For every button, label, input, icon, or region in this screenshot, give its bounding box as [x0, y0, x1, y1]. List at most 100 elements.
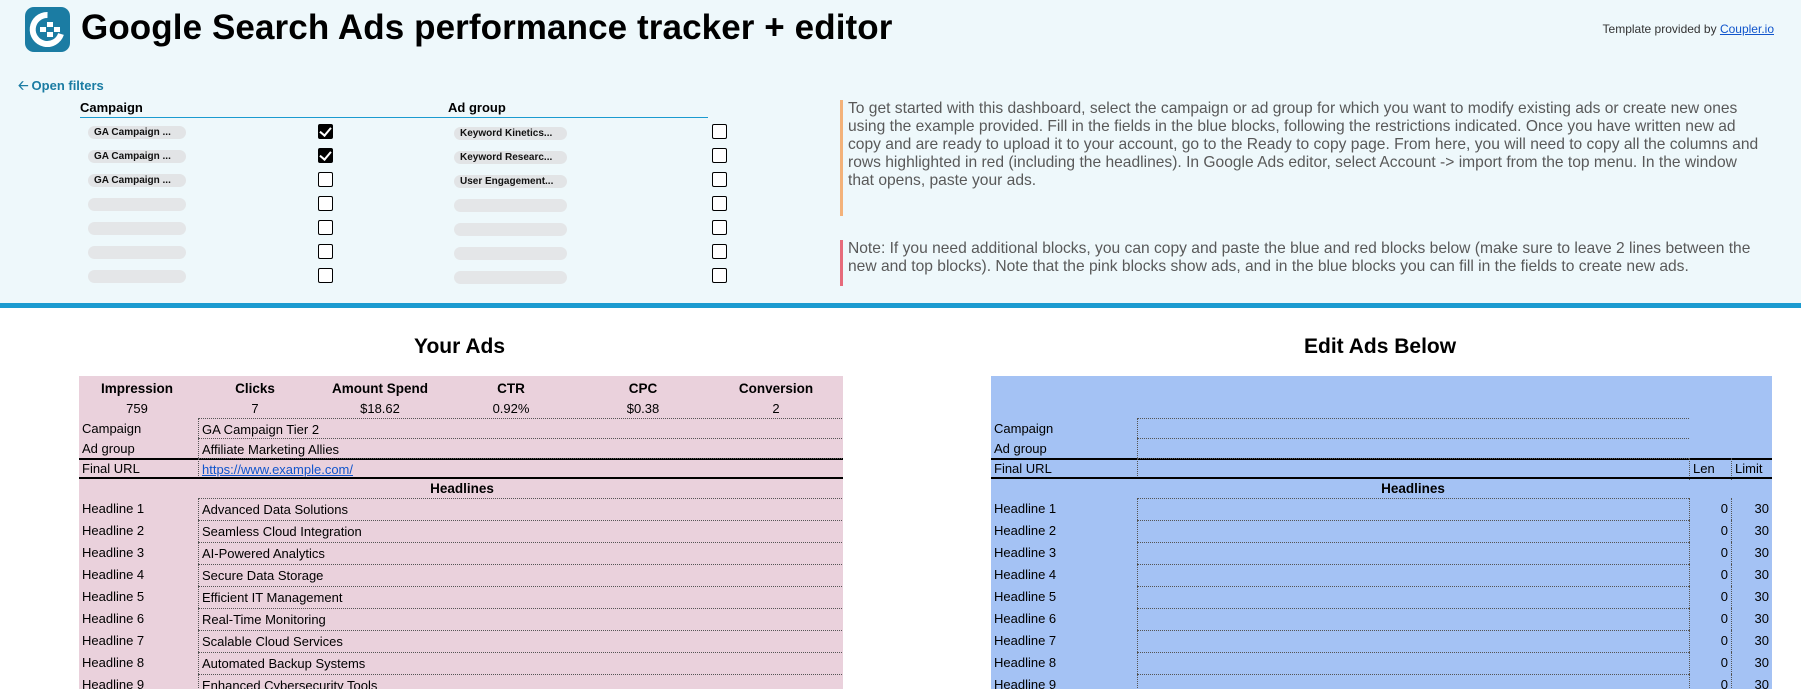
edit-adgroup-field[interactable]: [1137, 438, 1689, 458]
adgroup-filter-chip[interactable]: [454, 271, 567, 284]
edit-campaign-field[interactable]: [1137, 418, 1689, 438]
headline-label: Headline 6: [82, 611, 145, 626]
campaign-filter-chip[interactable]: [88, 270, 186, 283]
headlines-title: Headlines: [430, 481, 494, 496]
metric-header: CTR: [497, 381, 525, 396]
metric-header: CPC: [628, 381, 658, 396]
edit-headline-field[interactable]: [1137, 564, 1689, 586]
headline-length: 0: [1689, 542, 1731, 564]
metric-value: 0.92%: [492, 401, 530, 416]
adgroup-filter-chip[interactable]: [454, 247, 567, 260]
metric-value: 2: [772, 401, 780, 416]
adgroup-filter-checkbox[interactable]: [712, 172, 727, 187]
adgroup-value[interactable]: Affiliate Marketing Allies: [198, 438, 842, 458]
headline-label: Headline 1: [82, 501, 145, 516]
headline-length: 0: [1689, 674, 1731, 689]
headline-value[interactable]: Secure Data Storage: [198, 564, 842, 586]
adgroup-filter-chip[interactable]: User Engagement...: [454, 175, 567, 188]
campaign-filter-checkbox[interactable]: [318, 244, 333, 259]
edit-ads-block: Campaign Ad group Final URL Len Limit He…: [991, 376, 1772, 689]
edit-headline-label: Headline 6: [994, 611, 1057, 626]
headline-label: Headline 9: [82, 677, 145, 689]
final-url-label: Final URL: [82, 461, 140, 476]
campaign-header-underline: [80, 117, 198, 118]
metric-header: Amount Spend: [332, 381, 428, 396]
edit-headline-label: Headline 3: [994, 545, 1057, 560]
campaign-filter-chip[interactable]: GA Campaign ...: [88, 150, 186, 163]
adgroup-filter-checkbox[interactable]: [712, 196, 727, 211]
edit-headline-field[interactable]: [1137, 586, 1689, 608]
adgroup-header-underline: [448, 117, 578, 118]
edit-headlines-title: Headlines: [1381, 481, 1445, 496]
metric-value: 7: [251, 401, 259, 416]
campaign-filter-checkbox[interactable]: [318, 220, 333, 235]
headline-label: Headline 7: [82, 633, 145, 648]
edit-headline-field[interactable]: [1137, 498, 1689, 520]
headline-value[interactable]: Seamless Cloud Integration: [198, 520, 842, 542]
edit-headline-field[interactable]: [1137, 674, 1689, 689]
edit-final-url-label: Final URL: [994, 461, 1052, 476]
headline-length: 0: [1689, 608, 1731, 630]
your-ads-block: Impression 759 Clicks 7 Amount Spend $18.62 CT…: [79, 376, 843, 689]
campaign-filter-chip[interactable]: [88, 198, 186, 211]
edit-headline-field[interactable]: [1137, 608, 1689, 630]
adgroup-filter-checkbox[interactable]: [712, 148, 727, 163]
adgroup-filter-checkbox[interactable]: [712, 220, 727, 235]
edit-campaign-label: Campaign: [994, 421, 1054, 436]
headline-value[interactable]: Scalable Cloud Services: [198, 630, 842, 652]
headline-limit: 30: [1731, 652, 1772, 674]
divider: [991, 477, 1772, 479]
headline-value[interactable]: Advanced Data Solutions: [198, 498, 842, 520]
final-url-link[interactable]: https://www.example.com/: [198, 458, 842, 478]
campaign-filter-chip[interactable]: [88, 222, 186, 235]
edit-headline-label: Headline 2: [994, 523, 1057, 538]
campaign-value[interactable]: GA Campaign Tier 2: [198, 418, 842, 438]
headline-value[interactable]: Real-Time Monitoring: [198, 608, 842, 630]
edit-headline-field[interactable]: [1137, 520, 1689, 542]
headline-limit: 30: [1731, 586, 1772, 608]
edit-headline-label: Headline 5: [994, 589, 1057, 604]
adgroup-filter-checkbox[interactable]: [712, 124, 727, 139]
template-credit-text: Template provided by: [1602, 22, 1717, 36]
page-title: Google Search Ads performance tracker + …: [81, 8, 893, 47]
headline-length: 0: [1689, 564, 1731, 586]
headline-limit: 30: [1731, 564, 1772, 586]
edit-headline-label: Headline 1: [994, 501, 1057, 516]
adgroup-filter-chip[interactable]: Keyword Researc...: [454, 151, 567, 164]
headline-value[interactable]: Enhanced Cybersecurity Tools: [198, 674, 842, 689]
edit-headline-field[interactable]: [1137, 630, 1689, 652]
campaign-filter-checkbox[interactable]: [318, 172, 333, 187]
edit-headline-label: Headline 4: [994, 567, 1057, 582]
adgroup-filter-checkbox[interactable]: [712, 268, 727, 283]
metric-value: 759: [126, 401, 148, 416]
headline-value[interactable]: AI-Powered Analytics: [198, 542, 842, 564]
campaign-filter-checkbox[interactable]: [318, 124, 333, 139]
template-credit: Template provided by Coupler.io: [1603, 22, 1774, 36]
coupler-logo-icon: [25, 7, 70, 52]
campaign-filter-chip[interactable]: GA Campaign ...: [88, 174, 186, 187]
open-filters-label: Open filters: [31, 78, 104, 93]
campaign-filter-chip[interactable]: [88, 246, 186, 259]
headline-label: Headline 8: [82, 655, 145, 670]
adgroup-filter-chip[interactable]: [454, 199, 567, 212]
edit-headline-field[interactable]: [1137, 652, 1689, 674]
campaign-filter-checkbox[interactable]: [318, 148, 333, 163]
campaign-filter-checkbox[interactable]: [318, 268, 333, 283]
adgroup-filter-checkbox[interactable]: [712, 244, 727, 259]
headline-value[interactable]: Automated Backup Systems: [198, 652, 842, 674]
your-ads-title: Your Ads: [414, 335, 506, 358]
open-filters-button[interactable]: 🡠 Open filters: [18, 77, 104, 99]
edit-final-url-field[interactable]: [1137, 458, 1689, 478]
adgroup-filter-chip[interactable]: [454, 223, 567, 236]
campaign-filter-checkbox[interactable]: [318, 196, 333, 211]
campaign-filter-chip[interactable]: GA Campaign ...: [88, 126, 186, 139]
adgroup-filter-chip[interactable]: Keyword Kinetics...: [454, 127, 567, 140]
metric-value: $0.38: [626, 401, 660, 416]
headline-limit: 30: [1731, 498, 1772, 520]
headline-label: Headline 4: [82, 567, 145, 582]
edit-headline-field[interactable]: [1137, 542, 1689, 564]
headline-limit: 30: [1731, 542, 1772, 564]
headline-value[interactable]: Efficient IT Management: [198, 586, 842, 608]
headline-limit: 30: [1731, 630, 1772, 652]
coupler-link[interactable]: Coupler.io: [1720, 22, 1774, 36]
